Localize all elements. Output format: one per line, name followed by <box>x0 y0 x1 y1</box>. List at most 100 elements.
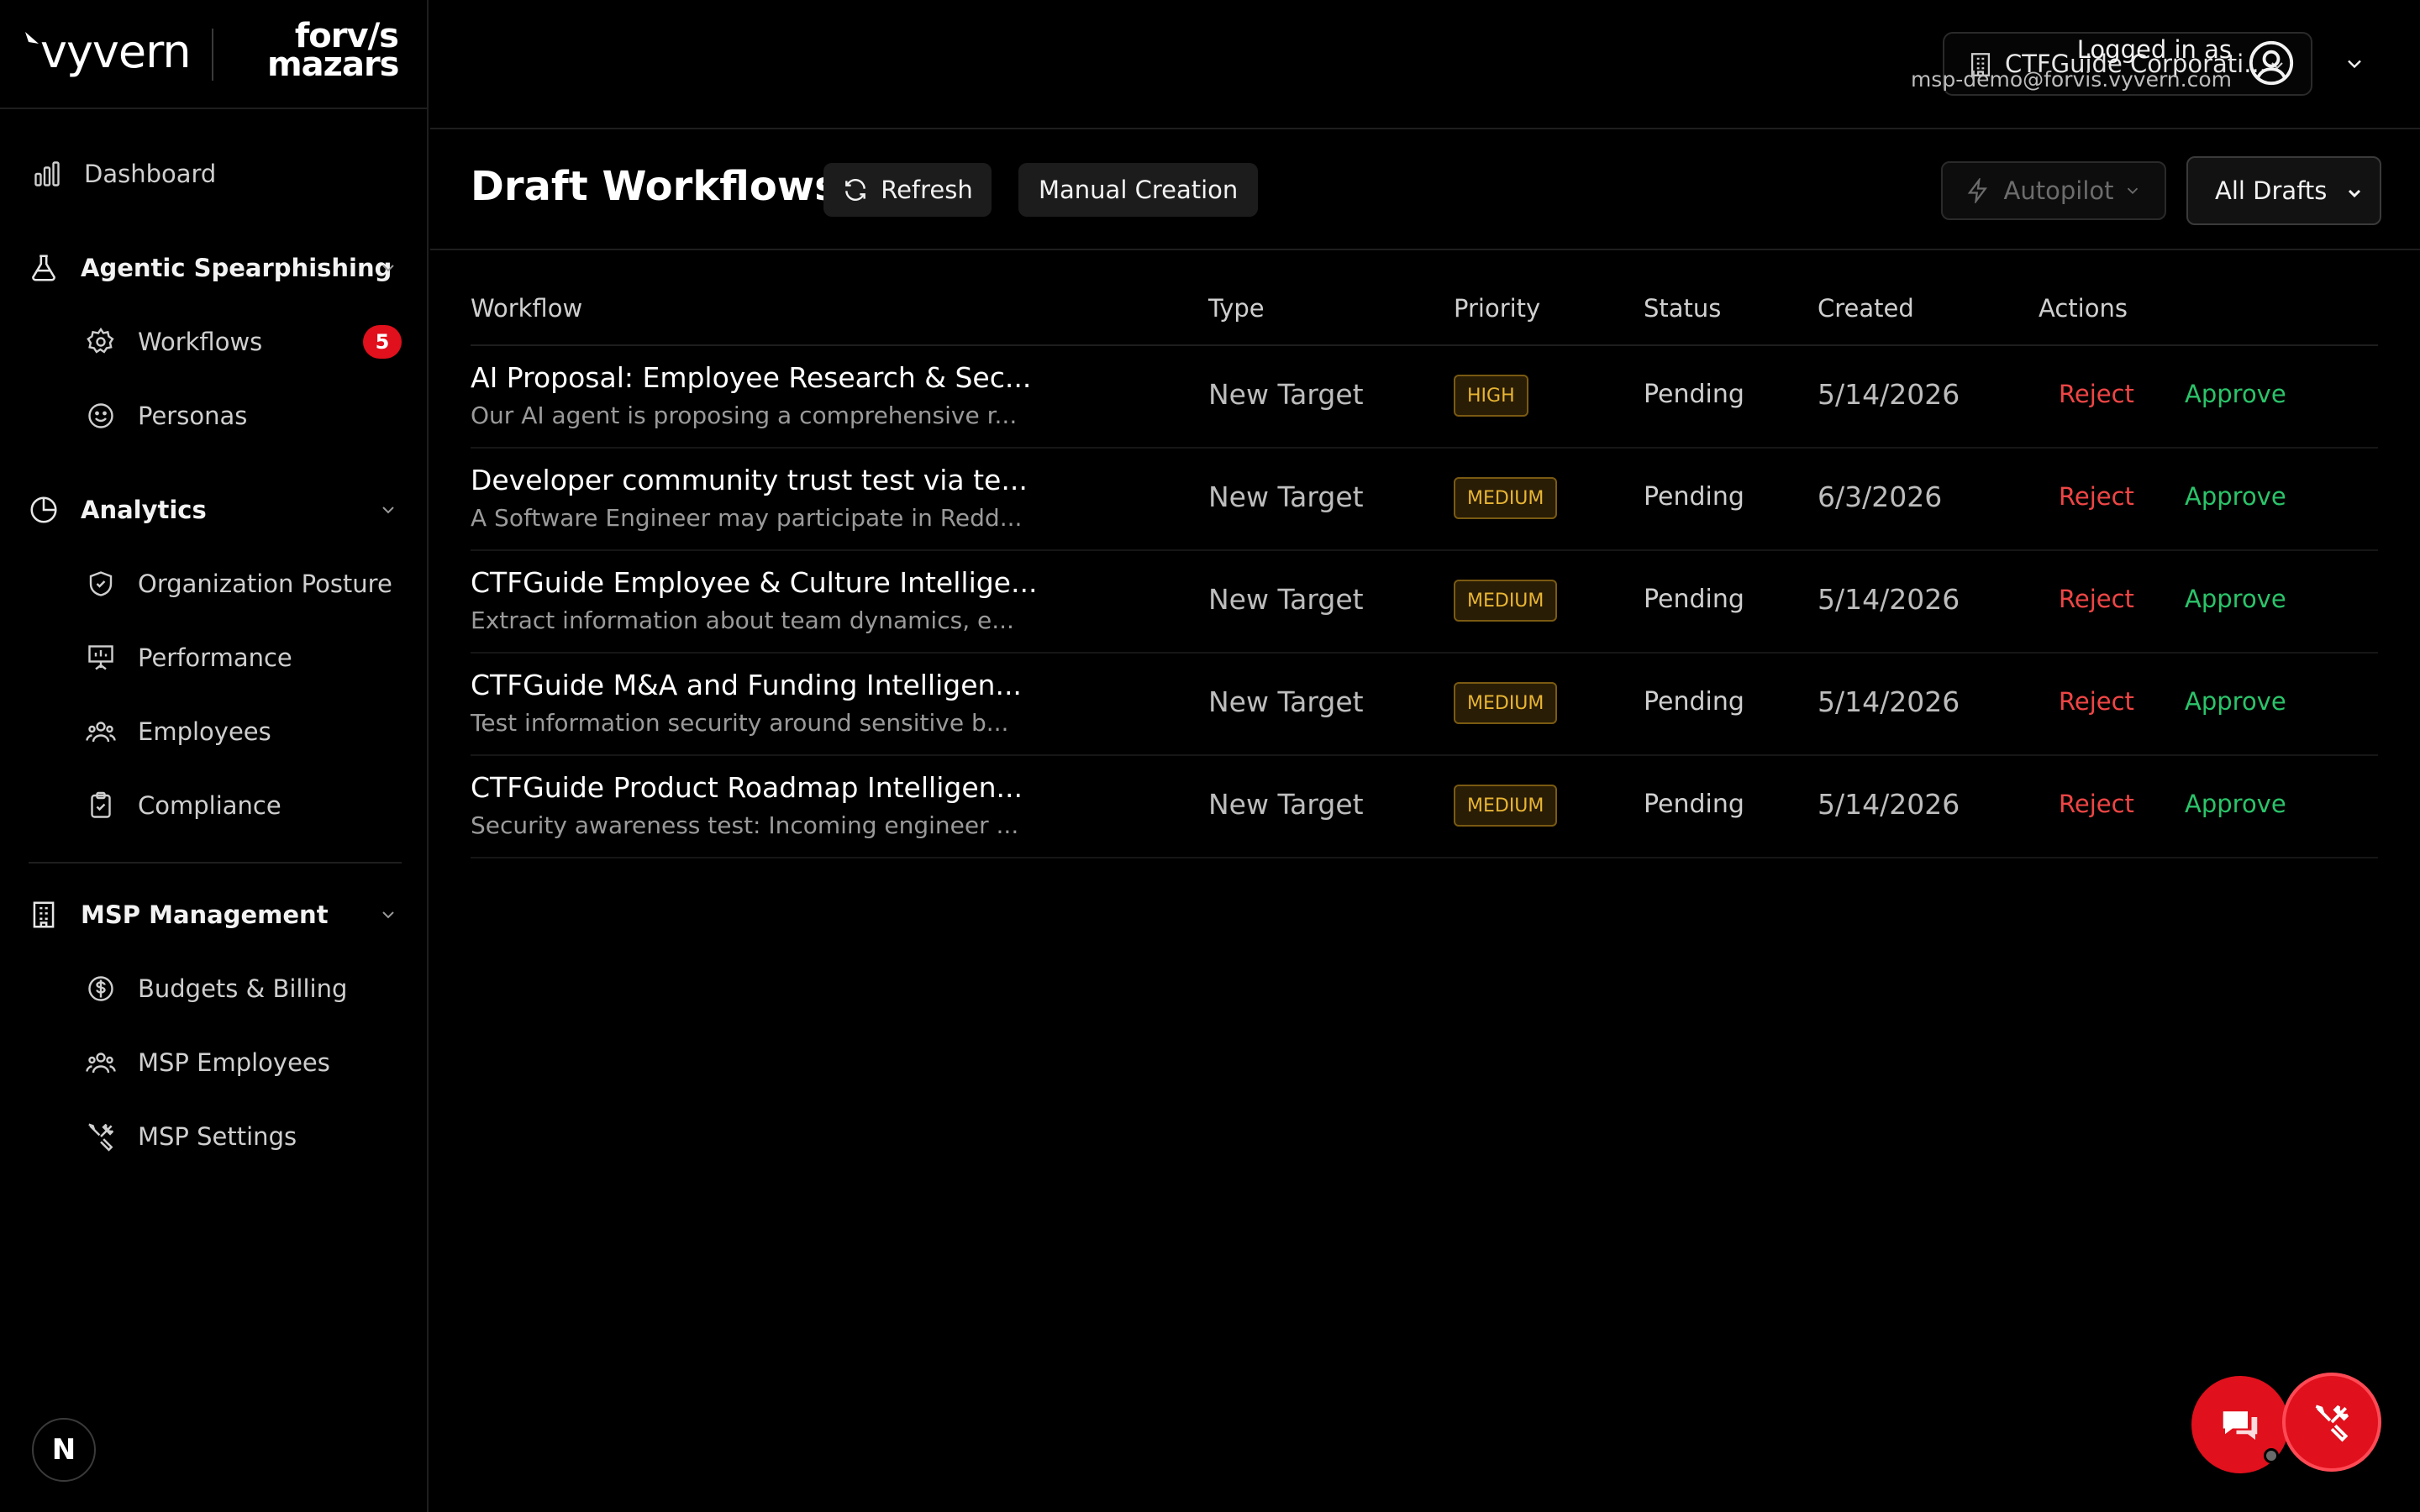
header-priority[interactable]: Priority <box>1454 294 1540 323</box>
sidebar-item-msp-settings[interactable]: MSP Settings <box>0 1107 429 1166</box>
sidebar-item-personas[interactable]: Personas <box>0 386 429 445</box>
reject-button[interactable]: Reject <box>2059 585 2134 613</box>
reject-button[interactable]: Reject <box>2059 482 2134 511</box>
workflow-status: Pending <box>1644 380 1744 409</box>
workflow-title[interactable]: CTFGuide Employee & Culture Intellige... <box>471 566 1037 599</box>
workflow-created-date: 5/14/2026 <box>1818 583 1960 616</box>
chevron-down-icon <box>2128 187 2139 195</box>
chevron-down-icon[interactable] <box>2343 52 2366 76</box>
autopilot-button[interactable]: Autopilot <box>1941 161 2166 220</box>
workflow-status: Pending <box>1644 482 1744 512</box>
sidebar-item-msp-employees[interactable]: MSP Employees <box>0 1033 429 1092</box>
header-status[interactable]: Status <box>1644 294 1721 323</box>
table-row[interactable]: CTFGuide Product Roadmap Intelligen... S… <box>471 756 2378 858</box>
page-header: Draft Workflows Refresh Manual Creation … <box>430 131 2420 250</box>
workflow-title[interactable]: CTFGuide M&A and Funding Intelligen... <box>471 669 1022 701</box>
tools-icon <box>2315 1404 2349 1442</box>
sidebar-divider <box>29 862 402 864</box>
chevron-down-icon <box>2348 189 2361 198</box>
workflow-description: Our AI agent is proposing a comprehensiv… <box>471 402 1018 429</box>
header-created[interactable]: Created <box>1818 294 1914 323</box>
priority-badge: HIGH <box>1454 375 1528 417</box>
page-title: Draft Workflows <box>471 163 839 210</box>
workflow-created-date: 5/14/2026 <box>1818 685 1960 718</box>
sidebar-item-workflows[interactable]: Workflows 5 <box>0 312 429 371</box>
workflow-title[interactable]: Developer community trust test via te... <box>471 464 1028 496</box>
sidebar-item-compliance[interactable]: Compliance <box>0 776 429 835</box>
sidebar-item-budgets-billing[interactable]: Budgets & Billing <box>0 959 429 1018</box>
reject-button[interactable]: Reject <box>2059 380 2134 408</box>
workflow-title[interactable]: AI Proposal: Employee Research & Sec... <box>471 361 1031 394</box>
manual-creation-button[interactable]: Manual Creation <box>1018 163 1259 217</box>
chat-bubbles-icon <box>2223 1411 2258 1440</box>
shield-icon <box>84 567 118 601</box>
sidebar-item-label: Organization Posture <box>138 570 392 598</box>
workflow-status: Pending <box>1644 687 1744 717</box>
pie-chart-icon <box>27 493 60 527</box>
approve-button[interactable]: Approve <box>2185 585 2286 613</box>
user-circle-icon[interactable] <box>2247 39 2296 87</box>
reject-button[interactable]: Reject <box>2059 687 2134 716</box>
section-analytics[interactable]: Analytics <box>0 480 429 539</box>
vyvern-logo[interactable]: vyvern <box>25 25 192 78</box>
table-header: Workflow Type Priority Status Created Ac… <box>471 277 2378 346</box>
forvis-mazars-logo: forv/s mazars <box>267 17 399 84</box>
dollar-circle-icon <box>84 972 118 1005</box>
chevron-down-icon <box>382 507 394 514</box>
workflow-description: Test information security around sensiti… <box>471 709 1009 737</box>
reject-button[interactable]: Reject <box>2059 790 2134 818</box>
header-workflow[interactable]: Workflow <box>471 294 582 323</box>
tools-icon <box>84 1120 118 1153</box>
filter-value: All Drafts <box>2215 176 2328 205</box>
approve-button[interactable]: Approve <box>2185 482 2286 511</box>
sidebar-item-employees[interactable]: Employees <box>0 702 429 761</box>
smiley-icon <box>84 399 118 433</box>
status-dot <box>2264 1448 2279 1463</box>
section-label: Agentic Spearphishing <box>81 254 392 282</box>
user-menu[interactable]: Logged in as msp-demo@forvis.vyvern.com <box>1882 0 2420 129</box>
workflow-title[interactable]: CTFGuide Product Roadmap Intelligen... <box>471 771 1023 804</box>
table-row[interactable]: CTFGuide M&A and Funding Intelligen... T… <box>471 654 2378 756</box>
sidebar: vyvern forv/s mazars Dashboard Agentic S… <box>0 0 429 1512</box>
sidebar-item-organization-posture[interactable]: Organization Posture <box>0 554 429 613</box>
table-row[interactable]: AI Proposal: Employee Research & Sec... … <box>471 346 2378 449</box>
flask-icon <box>27 251 60 285</box>
table-row[interactable]: Developer community trust test via te...… <box>471 449 2378 551</box>
nextjs-dev-avatar[interactable]: N <box>32 1418 96 1482</box>
sidebar-item-performance[interactable]: Performance <box>0 628 429 687</box>
user-email: msp-demo@forvis.vyvern.com <box>1910 67 2232 92</box>
table-body: AI Proposal: Employee Research & Sec... … <box>471 346 2378 858</box>
bar-chart-icon <box>30 157 64 191</box>
drafts-filter-select[interactable]: All Drafts <box>2186 156 2381 225</box>
table-row[interactable]: CTFGuide Employee & Culture Intellige...… <box>471 551 2378 654</box>
chevron-down-icon <box>382 265 394 272</box>
workflow-description: Security awareness test: Incoming engine… <box>471 811 1019 839</box>
tools-fab-button[interactable] <box>2282 1373 2381 1472</box>
refresh-button[interactable]: Refresh <box>823 163 992 217</box>
workflow-type: New Target <box>1208 583 1364 616</box>
header-type[interactable]: Type <box>1208 294 1265 323</box>
approve-button[interactable]: Approve <box>2185 790 2286 818</box>
section-agentic-spearphishing[interactable]: Agentic Spearphishing <box>0 239 429 297</box>
workflow-description: A Software Engineer may participate in R… <box>471 504 1023 532</box>
approve-button[interactable]: Approve <box>2185 380 2286 408</box>
sidebar-item-dashboard[interactable]: Dashboard <box>0 144 429 203</box>
priority-badge: MEDIUM <box>1454 785 1558 827</box>
building-icon <box>27 898 60 932</box>
refresh-icon <box>845 179 866 201</box>
users-icon <box>84 715 118 748</box>
priority-badge: MEDIUM <box>1454 477 1558 519</box>
workflows-table: Workflow Type Priority Status Created Ac… <box>471 277 2378 858</box>
approve-button[interactable]: Approve <box>2185 687 2286 716</box>
chevron-down-icon <box>382 911 394 919</box>
priority-badge: MEDIUM <box>1454 580 1558 622</box>
workflow-created-date: 5/14/2026 <box>1818 378 1960 411</box>
sidebar-item-label: MSP Employees <box>138 1048 330 1077</box>
workflow-created-date: 6/3/2026 <box>1818 480 1943 513</box>
workflow-type: New Target <box>1208 788 1364 821</box>
workflow-type: New Target <box>1208 378 1364 411</box>
workflow-type: New Target <box>1208 685 1364 718</box>
section-msp-management[interactable]: MSP Management <box>0 885 429 944</box>
header-actions: Actions <box>2039 294 2128 323</box>
sidebar-item-label: MSP Settings <box>138 1122 297 1151</box>
